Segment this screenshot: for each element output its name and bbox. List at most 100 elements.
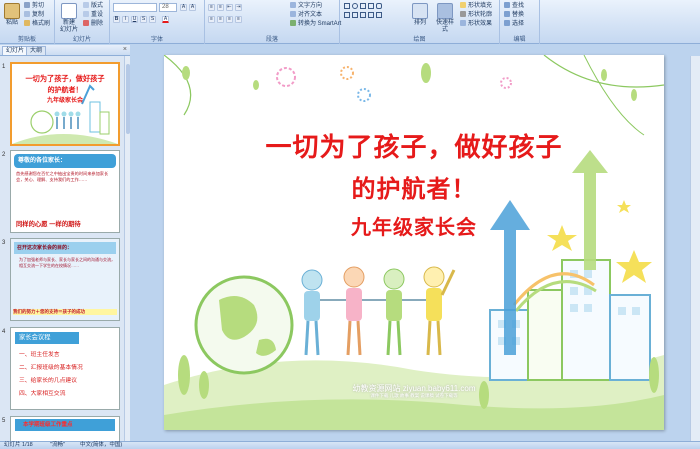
increase-indent-button[interactable]: ⇥ [235,4,242,11]
slides-group-label: 幻灯片 [72,37,91,43]
thumbnail-scrollbar[interactable] [124,56,130,441]
thumbnail-header: 家长会议程 [15,332,79,344]
drawing-group: 排列 快速样式 形状填充 形状轮廓 形状效果 绘图 [340,0,500,44]
font-group-label: 字体 [150,37,163,43]
convert-smartart-button[interactable]: 转换为 SmartArt [290,20,341,28]
copy-icon [24,11,30,17]
format-painter-button[interactable]: 格式刷 [24,20,50,28]
smartart-icon [290,20,296,26]
find-icon [504,2,510,8]
tab-outline[interactable]: 大纲 [26,46,47,55]
align-right-button[interactable]: ≡ [226,16,233,23]
arrange-button[interactable]: 排列 [410,3,430,27]
slide-title-line1[interactable]: 一切为了孩子，做好孩子 [164,127,664,164]
reset-button[interactable]: 重设 [83,11,103,19]
paragraph-group-label: 段落 [265,37,278,43]
delete-icon [83,20,89,26]
font-color-button[interactable]: A [162,16,169,23]
shape-outline-button[interactable]: 形状轮廓 [460,11,492,19]
slide-thumbnail-5[interactable]: 本学期班级工作重点 [10,416,120,442]
agenda-item: 三、给家长的几点建议 [19,378,77,384]
editing-group: 查找 替换 选择 编辑 [500,0,540,44]
thumbnail-title: 一切为了孩子，做好孩子 [25,74,105,83]
scrollbar-thumb[interactable] [126,64,130,134]
oval-shape-icon[interactable] [352,3,358,9]
status-bar: 幻灯片 1/18 "流畅" 中文(简体，中国) [0,441,700,449]
decrease-indent-button[interactable]: ⇤ [226,4,233,11]
strikethrough-button[interactable]: S [140,16,147,23]
select-button[interactable]: 选择 [504,20,524,28]
underline-button[interactable]: U [131,16,138,23]
delete-button[interactable]: 删除 [83,20,103,28]
triangle-shape-icon[interactable] [344,12,350,18]
numbering-button[interactable]: ≡ [217,4,224,11]
slide-title-line2[interactable]: 的护航者！ [164,169,664,204]
font-group: 28 A A B I U S S A 字体 [110,0,205,44]
shrink-font-button[interactable]: A [189,4,196,11]
align-text-icon [290,11,296,17]
canvas-scrollbar[interactable] [690,56,700,441]
layout-button[interactable]: 版式 [83,2,103,10]
reset-icon [83,11,89,17]
clipboard-group: 粘贴 剪切 复制 格式刷 剪贴板 [0,0,55,44]
bold-button[interactable]: B [113,16,120,23]
paste-button[interactable]: 粘贴 [3,3,21,27]
agenda-item: 一、班主任发言 [19,352,60,358]
rounded-rect-shape-icon[interactable] [376,3,382,9]
line-shape-icon[interactable] [360,3,366,9]
font-name-combo[interactable] [113,3,157,12]
align-center-button[interactable]: ≡ [217,16,224,23]
align-left-button[interactable]: ≡ [208,16,215,23]
watermark-subtext: 课件下载 儿歌 故事 教案 说课稿 试卷下载等 [370,393,458,398]
quick-styles-icon [437,3,453,19]
layout-icon [83,2,89,8]
new-slide-icon [61,3,77,19]
slide-thumbnail-2[interactable]: 尊敬的各位家长： 首先感谢您在百忙之中抽出宝贵的时间来参加家长会，关心、理解、支… [10,150,120,233]
shadow-button[interactable]: S [149,16,156,23]
close-pane-icon[interactable]: × [123,46,127,53]
tab-slides[interactable]: 幻灯片 [2,46,29,55]
italic-button[interactable]: I [122,16,129,23]
find-button[interactable]: 查找 [504,2,524,10]
shape-fill-button[interactable]: 形状填充 [460,2,492,10]
bullets-button[interactable]: ≡ [208,4,215,11]
grow-font-button[interactable]: A [180,4,187,11]
more-shapes-icon[interactable] [376,12,382,18]
thumbnail-footer: 同样的心愿 一样的期待 [16,221,81,228]
agenda-item: 二、汇报班级的基本情况 [19,365,83,371]
shape-effects-button[interactable]: 形状效果 [460,20,492,28]
replace-icon [504,11,510,17]
slide-number: 4 [2,329,6,335]
slide-position-text: 幻灯片 1/18 [4,442,33,448]
text-direction-icon [290,2,296,8]
replace-button[interactable]: 替换 [504,11,524,19]
new-slide-button[interactable]: 新建 幻灯片 [58,3,80,34]
slides-pane-header: 幻灯片 大纲 × [0,45,130,56]
rectangle-shape-icon[interactable] [344,3,350,9]
slide-illustration [164,55,664,430]
slide-thumbnail-4[interactable]: 家长会议程 一、班主任发言 二、汇报班级的基本情况 三、给家长的几点建议 四、大… [10,327,120,410]
quick-styles-button[interactable]: 快速样式 [434,3,456,34]
current-slide[interactable]: 一切为了孩子，做好孩子 的护航者！ 九年级家长会 幼教资源网站 ziyuan.b… [164,55,664,430]
scissors-icon [24,2,30,8]
callout-shape-icon[interactable] [360,12,366,18]
language-text: 中文(简体，中国) [80,442,123,448]
slide-subtitle[interactable]: 九年级家长会 [164,211,664,240]
slide-thumbnail-3[interactable]: 召开这次家长会的目的： 为了加强老师与家长、家长与家长之间的沟通与交流，相互交流… [10,238,120,321]
copy-button[interactable]: 复制 [24,11,44,19]
cut-button[interactable]: 剪切 [24,2,44,10]
star-shape-icon[interactable] [352,12,358,18]
justify-button[interactable]: ≡ [235,16,242,23]
paste-icon [4,3,20,19]
slides-group: 新建 幻灯片 版式 重设 删除 幻灯片 [55,0,110,44]
drawing-group-label: 绘图 [413,37,426,43]
select-icon [504,20,510,26]
slide-thumbnail-1[interactable]: 一切为了孩子，做好孩子 的护航者！ 九年级家长会 [10,62,120,146]
theme-name-text: "流畅" [50,442,65,448]
brace-shape-icon[interactable] [368,12,374,18]
font-size-combo[interactable]: 28 [159,3,177,12]
thumbnail-body: 首先感谢您在百忙之中抽出宝贵的时间来参加家长会，关心、理解、支持我们的工作…… [16,171,109,183]
arrow-shape-icon[interactable] [368,3,374,9]
text-direction-button[interactable]: 文字方向 [290,2,322,10]
align-text-button[interactable]: 对齐文本 [290,11,322,19]
